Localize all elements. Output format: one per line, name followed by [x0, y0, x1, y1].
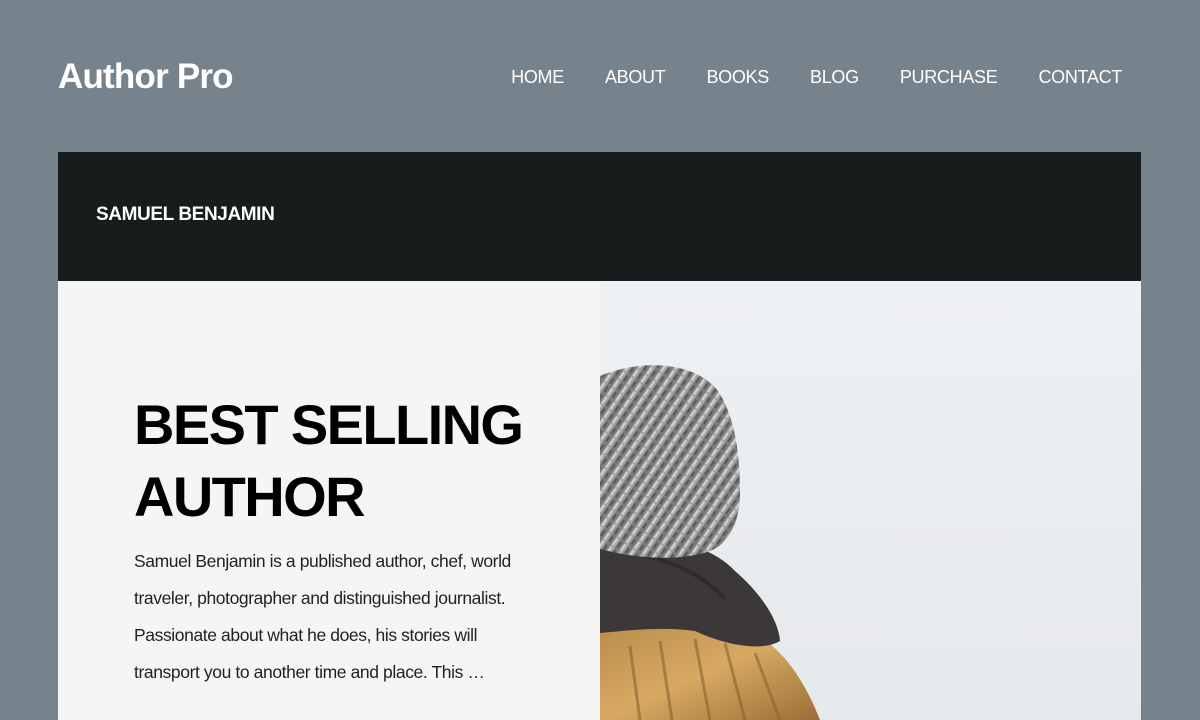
- hero-text-panel: BEST SELLING AUTHOR Samuel Benjamin is a…: [58, 281, 600, 720]
- author-bar: SAMUEL BENJAMIN: [58, 152, 1141, 281]
- nav-item-home[interactable]: HOME: [511, 62, 564, 92]
- nav-item-about[interactable]: ABOUT: [605, 62, 666, 92]
- hero-heading: BEST SELLING AUTHOR: [134, 393, 524, 528]
- nav-item-purchase[interactable]: PURCHASE: [900, 62, 998, 92]
- nav-item-books[interactable]: BOOKS: [706, 62, 769, 92]
- hero-photo: [600, 281, 1141, 720]
- site-header: Author Pro HOME ABOUT BOOKS BLOG PURCHAS…: [0, 0, 1200, 152]
- author-name: SAMUEL BENJAMIN: [96, 204, 275, 225]
- primary-nav: HOME ABOUT BOOKS BLOG PURCHASE CONTACT: [511, 62, 1122, 92]
- nav-item-blog[interactable]: BLOG: [810, 62, 859, 92]
- hero-description: Samuel Benjamin is a published author, c…: [134, 551, 511, 682]
- hero-section: BEST SELLING AUTHOR Samuel Benjamin is a…: [58, 281, 1141, 720]
- nav-item-contact[interactable]: CONTACT: [1038, 62, 1122, 92]
- person-in-knit-hat-photo-icon: [600, 365, 820, 720]
- site-title[interactable]: Author Pro: [58, 56, 234, 98]
